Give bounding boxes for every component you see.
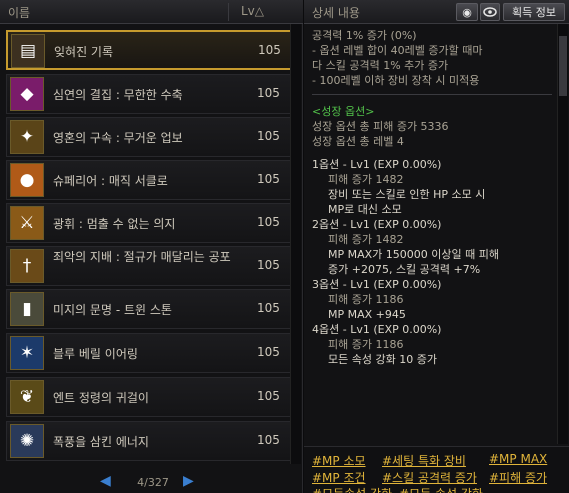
item-name: 죄악의 지배 : 절규가 매달리는 공포 bbox=[53, 250, 231, 264]
growth-line: 성장 옵션 총 피해 증가 5336 bbox=[312, 120, 449, 133]
stone-icon: ▮ bbox=[10, 292, 44, 326]
column-header-level-sort[interactable]: Lv△ bbox=[230, 4, 275, 18]
tag-link[interactable]: #스킬 공격력 증가 bbox=[382, 469, 477, 486]
option-effect: 증가 +2075, 스킬 공격력 +7% bbox=[328, 263, 481, 276]
option-damage: 피해 증가 1186 bbox=[328, 338, 404, 351]
list-item[interactable]: ⚔ 광휘 : 멈출 수 없는 의지 105 bbox=[6, 203, 294, 243]
section-divider bbox=[312, 94, 552, 95]
detail-line: - 옵션 레벨 합이 40레벨 증가할 때마 bbox=[312, 44, 483, 57]
detail-line: 공격력 1% 증가 (0%) bbox=[312, 29, 417, 42]
purple-gem-icon: ◆ bbox=[10, 77, 44, 111]
next-page-arrow-icon[interactable]: ▶ bbox=[183, 473, 194, 489]
list-item[interactable]: ◆ 심연의 결집 : 무한한 수축 105 bbox=[6, 74, 294, 114]
visibility-button[interactable] bbox=[480, 3, 500, 21]
tag-link[interactable]: #피해 증가 bbox=[489, 469, 547, 486]
growth-line: 성장 옵션 총 레벨 4 bbox=[312, 135, 404, 148]
option-damage: 피해 증가 1482 bbox=[328, 233, 404, 246]
option-effect: MP MAX +945 bbox=[328, 308, 406, 321]
list-item[interactable]: ✺ 폭풍을 삼킨 에너지 105 bbox=[6, 421, 294, 461]
energy-icon: ✺ bbox=[10, 424, 44, 458]
star-earring-icon: ✶ bbox=[10, 336, 44, 370]
book-icon: ▤ bbox=[11, 34, 45, 68]
option-header: 4옵션 - Lv1 (EXP 0.00%) bbox=[312, 323, 442, 336]
list-item[interactable]: ❦ 엔트 정령의 귀걸이 105 bbox=[6, 377, 294, 417]
list-item[interactable]: ● 슈페리어 : 매직 서클로 105 bbox=[6, 160, 294, 200]
option-effect: MP MAX가 150000 이상일 때 피해 bbox=[328, 248, 499, 261]
pagination: ◀ 4/327 ▶ bbox=[0, 470, 290, 492]
tag-link[interactable]: #모든 속성 강화 bbox=[399, 485, 483, 493]
item-name: 미지의 문명 - 트윈 스톤 bbox=[53, 303, 172, 317]
detail-scrollbar[interactable] bbox=[557, 24, 568, 444]
dagger-icon: † bbox=[10, 249, 44, 283]
item-name: 영혼의 구속 : 무거운 업보 bbox=[53, 131, 183, 145]
option-effect: 모든 속성 강화 10 증가 bbox=[328, 353, 437, 366]
option-header: 3옵션 - Lv1 (EXP 0.00%) bbox=[312, 278, 442, 291]
item-name: 잊혀진 기록 bbox=[54, 45, 114, 59]
option-effect: 장비 또는 스킬로 인한 HP 소모 시 bbox=[328, 188, 486, 201]
list-item[interactable]: † 죄악의 지배 : 절규가 매달리는 공포 105 bbox=[6, 246, 294, 286]
leaf-earring-icon: ❦ bbox=[10, 380, 44, 414]
eye-icon: ◉ bbox=[462, 5, 472, 19]
list-item[interactable]: ▤ 잊혀진 기록 105 bbox=[6, 30, 294, 70]
item-name: 광휘 : 멈출 수 없는 의지 bbox=[53, 217, 176, 231]
option-effect: MP로 대신 소모 bbox=[328, 203, 402, 216]
option-header: 2옵션 - Lv1 (EXP 0.00%) bbox=[312, 218, 442, 231]
scrollbar-thumb[interactable] bbox=[559, 36, 567, 96]
tag-link[interactable]: #MP 조건 bbox=[312, 469, 366, 486]
item-level: 105 bbox=[257, 433, 280, 447]
item-name: 폭풍을 삼킨 에너지 bbox=[53, 435, 149, 449]
item-level: 105 bbox=[257, 172, 280, 186]
list-header: 이름 Lv△ bbox=[0, 0, 303, 24]
prev-page-arrow-icon[interactable]: ◀ bbox=[100, 473, 111, 489]
column-header-name[interactable]: 이름 bbox=[8, 4, 30, 21]
item-level: 105 bbox=[257, 215, 280, 229]
tag-link[interactable]: #MP MAX bbox=[489, 452, 547, 466]
item-level: 105 bbox=[257, 345, 280, 359]
item-level: 105 bbox=[257, 301, 280, 315]
column-divider bbox=[228, 3, 229, 21]
orb-icon: ● bbox=[10, 163, 44, 197]
tag-link[interactable]: #세팅 특화 장비 bbox=[382, 452, 466, 469]
growth-title: <성장 옵션> bbox=[312, 105, 375, 118]
detail-line: - 100레벨 이하 장비 장착 시 미적용 bbox=[312, 74, 480, 87]
list-item[interactable]: ✦ 영혼의 구속 : 무거운 업보 105 bbox=[6, 117, 294, 157]
eye-toggle-button[interactable]: ◉ bbox=[456, 3, 478, 21]
detail-panel: 상세 내용 ◉ 획득 정보 공격력 1% 증가 (0%) - 옵션 레벨 합이 … bbox=[304, 0, 569, 493]
item-name: 엔트 정령의 귀걸이 bbox=[53, 391, 149, 405]
obtain-info-button[interactable]: 획득 정보 bbox=[503, 3, 565, 21]
option-damage: 피해 증가 1482 bbox=[328, 173, 404, 186]
item-level: 105 bbox=[257, 86, 280, 100]
list-item[interactable]: ▮ 미지의 문명 - 트윈 스톤 105 bbox=[6, 289, 294, 329]
tag-link[interactable]: #MP 소모 bbox=[312, 452, 366, 469]
detail-line: 다 스킬 공격력 1% 추가 증가 bbox=[312, 59, 449, 72]
item-name: 블루 베릴 이어링 bbox=[53, 347, 138, 361]
tag-link[interactable]: #모든속성 강화 bbox=[312, 485, 392, 493]
item-level: 105 bbox=[258, 43, 281, 57]
item-name: 슈페리어 : 매직 서클로 bbox=[53, 174, 168, 188]
list-item[interactable]: ✶ 블루 베릴 이어링 105 bbox=[6, 333, 294, 373]
item-level: 105 bbox=[257, 389, 280, 403]
item-name: 심연의 결집 : 무한한 수축 bbox=[53, 88, 183, 102]
detail-title: 상세 내용 bbox=[312, 6, 360, 20]
staff-icon: ✦ bbox=[10, 120, 44, 154]
page-indicator: 4/327 bbox=[137, 476, 169, 489]
option-header: 1옵션 - Lv1 (EXP 0.00%) bbox=[312, 158, 442, 171]
detail-content: 공격력 1% 증가 (0%) - 옵션 레벨 합이 40레벨 증가할 때마 다 … bbox=[312, 28, 556, 367]
view-icon bbox=[483, 7, 497, 17]
item-list-panel: 이름 Lv△ ▤ 잊혀진 기록 105 ◆ 심연의 결집 : 무한한 수축 10… bbox=[0, 0, 303, 493]
item-level: 105 bbox=[257, 129, 280, 143]
option-damage: 피해 증가 1186 bbox=[328, 293, 404, 306]
item-level: 105 bbox=[257, 258, 280, 272]
detail-header: 상세 내용 ◉ 획득 정보 bbox=[304, 0, 569, 24]
tag-list: #MP 소모 #세팅 특화 장비 #MP MAX #MP 조건 #스킬 공격력 … bbox=[304, 446, 569, 493]
list-scrollbar[interactable] bbox=[290, 24, 301, 464]
blade-icon: ⚔ bbox=[10, 206, 44, 240]
